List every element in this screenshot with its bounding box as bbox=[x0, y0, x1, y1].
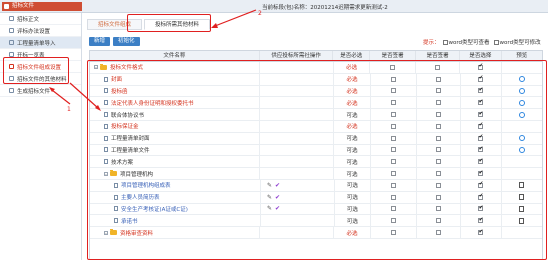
annotation-2: 2 bbox=[258, 10, 262, 17]
app-title[interactable]: 招标文件 bbox=[2, 2, 82, 11]
annotation-1: 1 bbox=[67, 106, 71, 113]
sidebar: 招标正文 评标办法设置 工程量清单导入 开标一览表 招标文件组成设置 招标文件的… bbox=[0, 13, 82, 260]
tip-legend: 提示： word类型可查看 word类型可修改 bbox=[423, 38, 541, 46]
tip-option-edit: word类型可修改 bbox=[499, 40, 541, 46]
settings-icon bbox=[9, 28, 14, 33]
tab-highlight-box bbox=[127, 14, 211, 32]
sidebar-item-generate[interactable]: 生成招标文件 bbox=[0, 85, 81, 97]
main-panel: 招标文件组成 投标所需其他材料 新增 初始化 提示： word类型可查看 wor… bbox=[83, 13, 548, 260]
sidebar-item-bid-text[interactable]: 招标正文 bbox=[0, 13, 81, 25]
sidebar-item-evaluation-method[interactable]: 评标办法设置 bbox=[0, 25, 81, 37]
tip-option-view: word类型可查看 bbox=[448, 40, 490, 46]
project-info: 当前标段(包)名称：20201214迟期需求更新测试-2 bbox=[262, 5, 388, 11]
toolbar: 新增 初始化 bbox=[89, 37, 140, 46]
checkbox-icon bbox=[493, 39, 499, 45]
document-icon bbox=[9, 16, 14, 21]
app-title-label: 招标文件 bbox=[12, 3, 35, 9]
sidebar-highlight-box bbox=[3, 57, 69, 84]
generate-icon bbox=[9, 88, 14, 93]
app-logo-icon bbox=[4, 4, 9, 9]
tip-label: 提示： bbox=[423, 40, 440, 46]
sidebar-item-bill-import[interactable]: 工程量清单导入 bbox=[0, 37, 81, 49]
table-highlight-box bbox=[87, 60, 547, 260]
checkbox-icon bbox=[442, 39, 448, 45]
new-button[interactable]: 新增 bbox=[89, 37, 111, 46]
init-button[interactable]: 初始化 bbox=[113, 37, 140, 46]
top-bar: 招标文件 当前标段(包)名称：20201214迟期需求更新测试-2 bbox=[0, 0, 548, 13]
import-icon bbox=[9, 40, 14, 45]
